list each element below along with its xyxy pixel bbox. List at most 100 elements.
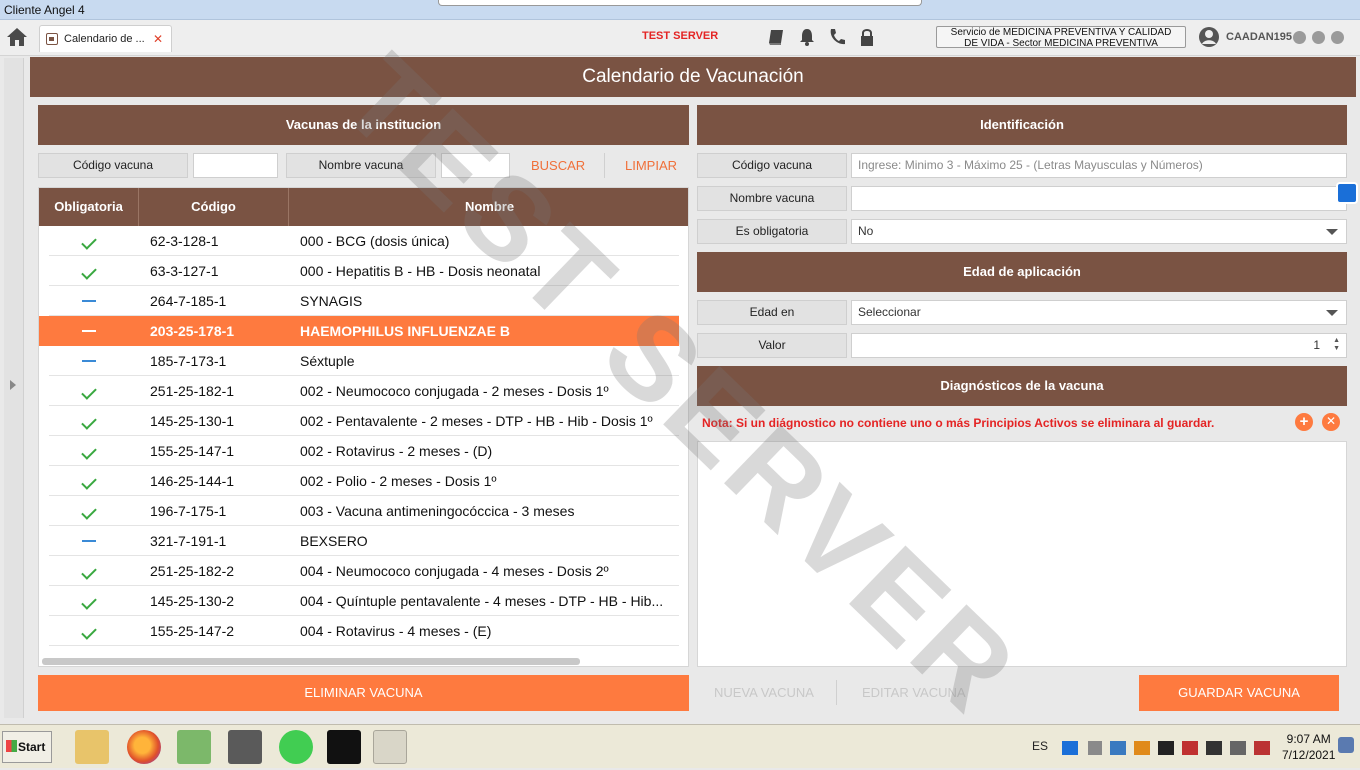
code-cell: 155-25-147-1 <box>150 443 235 459</box>
name-cell: BEXSERO <box>300 533 368 549</box>
service-line-2: DE VIDA - Sector MEDICINA PREVENTIVA <box>964 38 1158 49</box>
mandatory-cell <box>49 376 129 406</box>
table-row[interactable]: 251-25-182-2 004 - Neumococo conjugada - … <box>49 556 679 586</box>
diagnostics-note: Nota: Si un diágnostico no contiene uno … <box>702 416 1215 430</box>
chevron-down-icon <box>1326 229 1338 235</box>
window-dot-2[interactable] <box>1312 31 1325 44</box>
checkmark-icon <box>81 504 97 520</box>
vaccines-table: Obligatoria Código Nombre 62-3-128-1 000 … <box>38 187 689 667</box>
diagnostics-list[interactable] <box>697 441 1347 667</box>
table-row[interactable]: 63-3-127-1 000 - Hepatitis B - HB - Dosis… <box>49 256 679 286</box>
mandatory-cell <box>49 226 129 256</box>
tray-icons[interactable] <box>1058 729 1278 767</box>
username[interactable]: CAADAN195 <box>1226 31 1292 43</box>
table-row[interactable]: 155-25-147-1 002 - Rotavirus - 2 meses - … <box>49 436 679 466</box>
side-panel-toggle[interactable] <box>4 58 24 718</box>
name-cell: 000 - Hepatitis B - HB - Dosis neonatal <box>300 263 541 279</box>
name-cell: 004 - Quíntuple pentavalente - 4 meses -… <box>300 593 664 609</box>
table-row[interactable]: 196-7-175-1 003 - Vacuna antimeningocócci… <box>49 496 679 526</box>
table-row[interactable]: 264-7-185-1 SYNAGIS <box>49 286 679 316</box>
chevron-down-icon <box>1326 310 1338 316</box>
divider <box>836 680 837 705</box>
clear-button[interactable]: LIMPIAR <box>625 153 677 178</box>
code-input[interactable]: Ingrese: Minimo 3 - Máximo 25 - (Letras … <box>851 153 1347 178</box>
remote-session-strip[interactable] <box>438 0 922 6</box>
language-indicator[interactable]: ES <box>1032 739 1048 753</box>
table-row[interactable]: 203-25-178-1 HAEMOPHILUS INFLUENZAE B <box>39 316 679 346</box>
table-row[interactable]: 146-25-144-1 002 - Polio - 2 meses - Dosi… <box>49 466 679 496</box>
show-desktop-icon[interactable] <box>1338 737 1354 753</box>
name-label: Nombre vacuna <box>697 186 847 211</box>
search-button[interactable]: BUSCAR <box>531 153 585 178</box>
value-stepper[interactable]: 1 ▲ ▼ <box>851 333 1347 358</box>
service-line-1: Servicio de MEDICINA PREVENTIVA Y CALIDA… <box>950 27 1172 38</box>
page-title: Calendario de Vacunación <box>30 57 1356 97</box>
window-titlebar: Cliente Angel 4 <box>0 0 1360 20</box>
code-label: Código vacuna <box>697 153 847 178</box>
app-client-icon[interactable] <box>373 730 407 764</box>
column-header-obligatoria[interactable]: Obligatoria <box>39 188 139 226</box>
value-label: Valor <box>697 333 847 358</box>
code-cell: 203-25-178-1 <box>150 323 235 339</box>
table-row[interactable]: 185-7-173-1 Séxtuple <box>49 346 679 376</box>
age-unit-select[interactable]: Seleccionar <box>851 300 1347 325</box>
service-selector[interactable]: Servicio de MEDICINA PREVENTIVA Y CALIDA… <box>936 26 1186 49</box>
window-dot-1[interactable] <box>1293 31 1306 44</box>
mandatory-select[interactable]: No <box>851 219 1347 244</box>
window-dot-3[interactable] <box>1331 31 1344 44</box>
firefox-icon[interactable] <box>127 730 161 764</box>
code-cell: 321-7-191-1 <box>150 533 227 549</box>
mandatory-cell <box>49 496 129 526</box>
column-header-codigo[interactable]: Código <box>139 188 289 226</box>
section-title-diagnosticos: Diagnósticos de la vacuna <box>697 366 1347 406</box>
book-icon[interactable] <box>766 27 786 47</box>
mandatory-cell <box>49 286 129 316</box>
filter-code-input[interactable] <box>193 153 278 178</box>
table-row[interactable]: 145-25-130-2 004 - Quíntuple pentavalente… <box>49 586 679 616</box>
column-header-nombre[interactable]: Nombre <box>289 188 688 226</box>
terminal-icon[interactable] <box>327 730 361 764</box>
save-vaccine-button[interactable]: GUARDAR VACUNA <box>1139 675 1339 711</box>
editor-icon[interactable] <box>177 730 211 764</box>
mandatory-cell <box>49 586 129 616</box>
qt-icon[interactable] <box>279 730 313 764</box>
section-title-identificacion: Identificación <box>697 105 1347 145</box>
file-explorer-icon[interactable] <box>75 730 109 764</box>
stepper-arrows-icon[interactable]: ▲ ▼ <box>1333 337 1340 353</box>
phone-icon[interactable] <box>827 27 847 47</box>
sublime-icon[interactable] <box>228 730 262 764</box>
table-row[interactable]: 155-25-147-2 004 - Rotavirus - 4 meses - … <box>49 616 679 646</box>
table-row[interactable]: 251-25-182-1 002 - Neumococo conjugada - … <box>49 376 679 406</box>
remote-control-icon[interactable] <box>1336 182 1358 204</box>
remove-diagnostic-icon[interactable]: ✕ <box>1322 413 1340 431</box>
user-avatar-icon[interactable] <box>1198 26 1220 48</box>
window-title: Cliente Angel 4 <box>4 3 85 17</box>
start-button[interactable]: Start <box>2 731 52 763</box>
name-cell: 004 - Neumococo conjugada - 4 meses - Do… <box>300 563 609 579</box>
dash-icon <box>82 300 96 303</box>
delete-vaccine-button[interactable]: ELIMINAR VACUNA <box>38 675 689 711</box>
table-row[interactable]: 62-3-128-1 000 - BCG (dosis única) <box>49 226 679 256</box>
clock-time: 9:07 AM <box>1286 732 1331 746</box>
name-cell: 002 - Neumococo conjugada - 2 meses - Do… <box>300 383 609 399</box>
server-label: TEST SERVER <box>642 30 719 42</box>
edit-vaccine-button[interactable]: EDITAR VACUNA <box>862 675 966 711</box>
add-diagnostic-icon[interactable]: + <box>1295 413 1313 431</box>
name-input[interactable] <box>851 186 1347 211</box>
chevron-right-icon[interactable] <box>10 380 16 390</box>
filter-name-input[interactable] <box>441 153 510 178</box>
bell-icon[interactable] <box>797 27 817 47</box>
system-clock[interactable]: 9:07 AM 7/12/2021 <box>1282 731 1335 763</box>
new-vaccine-button[interactable]: NUEVA VACUNA <box>714 675 814 711</box>
horizontal-scrollbar[interactable] <box>42 658 580 665</box>
tab-calendario[interactable]: Calendario de ... ✕ <box>39 25 172 52</box>
table-row[interactable]: 145-25-130-1 002 - Pentavalente - 2 meses… <box>49 406 679 436</box>
close-icon[interactable]: ✕ <box>153 32 163 46</box>
home-icon[interactable] <box>6 26 28 48</box>
dash-icon <box>82 540 96 543</box>
clock-date: 7/12/2021 <box>1282 748 1336 762</box>
divider <box>604 153 605 178</box>
table-row[interactable]: 321-7-191-1 BEXSERO <box>49 526 679 556</box>
checkmark-icon <box>81 564 97 580</box>
lock-icon[interactable] <box>857 27 877 47</box>
